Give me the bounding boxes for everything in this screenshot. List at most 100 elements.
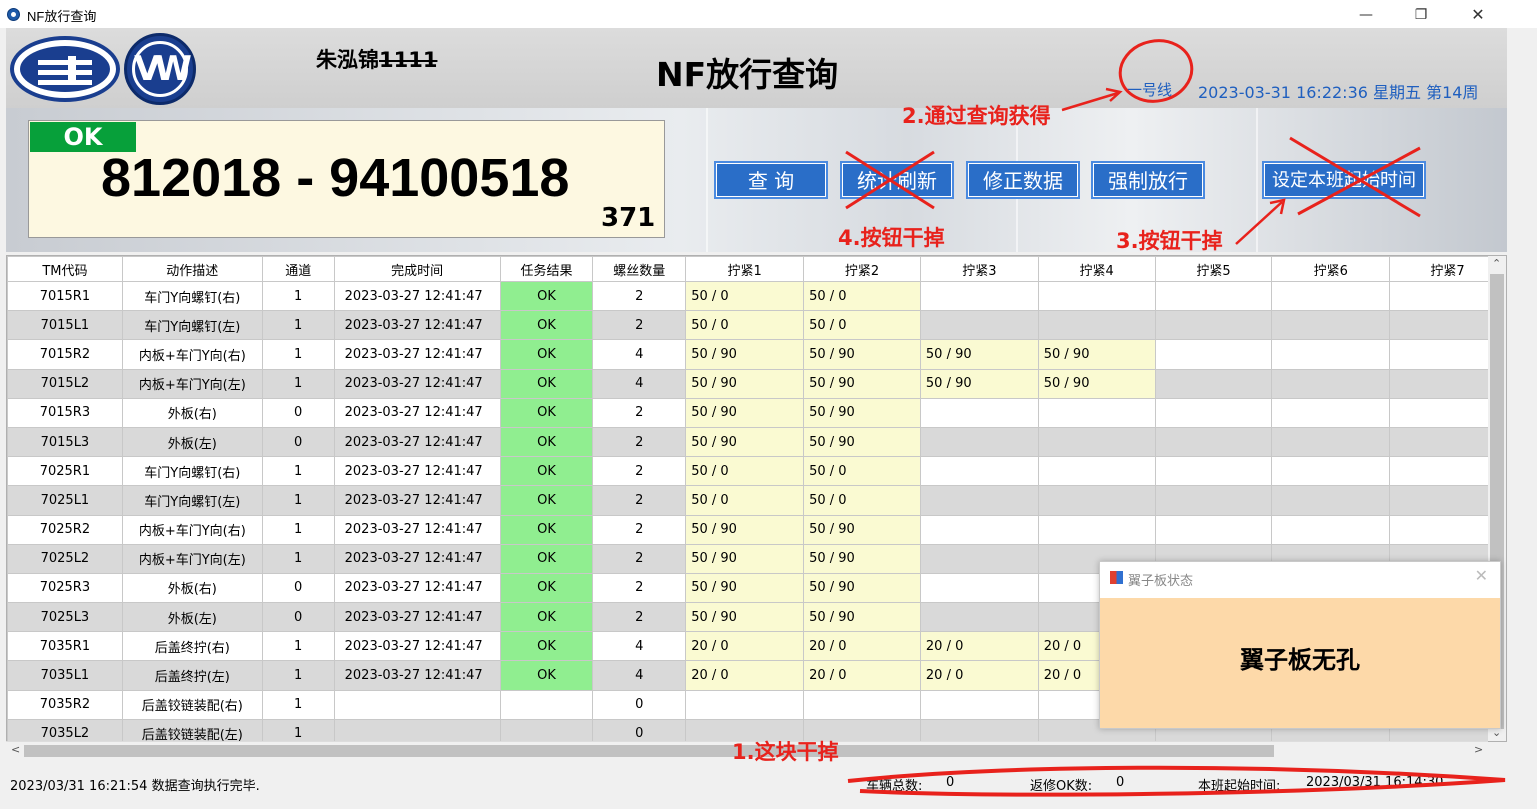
table-cell[interactable]: 50 / 90 [1037, 368, 1156, 399]
table-cell[interactable] [1271, 426, 1391, 458]
column-header[interactable]: 动作描述 [121, 256, 263, 282]
table-cell[interactable]: 车门Y向螺钉(左) [121, 310, 263, 341]
table-cell[interactable]: 2 [592, 543, 687, 574]
table-cell[interactable]: 7025L1 [7, 485, 123, 516]
table-row[interactable]: 7025R2 内板+车门Y向(右) 1 2023-03-27 12:41:47 OK 2 5… [7, 514, 1506, 545]
table-cell[interactable]: 7035L1 [7, 660, 123, 691]
table-cell[interactable] [685, 689, 805, 720]
table-cell[interactable]: 50 / 90 [919, 368, 1039, 399]
column-header[interactable]: 螺丝数量 [592, 256, 687, 282]
table-cell[interactable]: 50 / 0 [685, 280, 805, 312]
table-cell[interactable]: 2023-03-27 12:41:47 [333, 660, 501, 691]
table-cell[interactable]: OK [499, 426, 594, 458]
table-cell[interactable]: 2 [592, 456, 687, 487]
table-cell[interactable]: 50 / 90 [685, 514, 805, 545]
table-cell[interactable] [919, 689, 1039, 720]
table-cell[interactable]: 50 / 90 [803, 426, 921, 458]
table-cell[interactable]: 2023-03-27 12:41:47 [333, 602, 501, 633]
table-cell[interactable]: 7025R2 [7, 514, 123, 545]
table-cell[interactable] [1037, 280, 1156, 312]
table-cell[interactable]: 7015L2 [7, 368, 123, 399]
table-cell[interactable]: 外板(右) [121, 397, 263, 428]
table-cell[interactable] [1271, 310, 1391, 341]
table-cell[interactable] [919, 718, 1039, 741]
table-cell[interactable]: 50 / 90 [1037, 339, 1156, 370]
fender-status-popup[interactable]: 翼子板状态 ✕ 翼子板无孔 [1099, 561, 1501, 729]
table-cell[interactable]: 2023-03-27 12:41:47 [333, 514, 501, 545]
table-row[interactable]: 7025L1 车门Y向螺钉(左) 1 2023-03-27 12:41:47 OK 2 50… [7, 485, 1506, 516]
table-cell[interactable]: 0 [261, 572, 335, 604]
column-header[interactable]: 拧紧4 [1037, 256, 1156, 282]
column-header[interactable]: 拧紧3 [919, 256, 1039, 282]
table-cell[interactable]: 2023-03-27 12:41:47 [333, 280, 501, 312]
scroll-up-icon[interactable]: ⌃ [1492, 257, 1501, 270]
table-cell[interactable]: 20 / 0 [685, 631, 805, 662]
table-cell[interactable]: 2 [592, 485, 687, 516]
table-cell[interactable]: 4 [592, 631, 687, 662]
table-cell[interactable]: 4 [592, 368, 687, 399]
table-cell[interactable] [1271, 514, 1391, 545]
column-header[interactable]: 任务结果 [499, 256, 594, 282]
table-cell[interactable]: OK [499, 339, 594, 370]
table-cell[interactable]: 1 [261, 280, 335, 312]
table-cell[interactable]: 车门Y向螺钉(右) [121, 280, 263, 312]
table-cell[interactable] [1154, 426, 1273, 458]
table-cell[interactable] [1154, 397, 1273, 428]
table-cell[interactable]: 1 [261, 631, 335, 662]
table-cell[interactable] [1037, 485, 1156, 516]
popup-close-icon[interactable]: ✕ [1475, 566, 1488, 585]
table-cell[interactable]: 外板(左) [121, 602, 263, 633]
minimize-button[interactable]: — [1343, 2, 1389, 28]
table-cell[interactable]: 50 / 90 [685, 426, 805, 458]
table-cell[interactable] [333, 718, 501, 741]
table-cell[interactable]: 2 [592, 280, 687, 312]
column-header[interactable]: 拧紧2 [803, 256, 921, 282]
table-cell[interactable]: 20 / 0 [919, 660, 1039, 691]
table-cell[interactable]: 2023-03-27 12:41:47 [333, 456, 501, 487]
table-cell[interactable] [1154, 456, 1273, 487]
table-cell[interactable]: OK [499, 660, 594, 691]
column-header[interactable]: 通道 [261, 256, 335, 282]
table-cell[interactable]: 2023-03-27 12:41:47 [333, 339, 501, 370]
table-cell[interactable]: 50 / 0 [803, 456, 921, 487]
table-cell[interactable]: 1 [261, 718, 335, 741]
table-cell[interactable]: 2023-03-27 12:41:47 [333, 543, 501, 574]
close-button[interactable]: ✕ [1455, 2, 1501, 28]
table-cell[interactable]: 20 / 0 [803, 660, 921, 691]
table-cell[interactable]: 后盖铰链装配(右) [121, 689, 263, 720]
set-shift-time-button[interactable]: 设定本班起始时间 [1262, 161, 1426, 199]
table-cell[interactable]: 外板(左) [121, 426, 263, 458]
table-cell[interactable]: OK [499, 514, 594, 545]
table-cell[interactable]: 7015L1 [7, 310, 123, 341]
table-cell[interactable]: 7025R1 [7, 456, 123, 487]
table-cell[interactable]: 7015R1 [7, 280, 123, 312]
table-cell[interactable]: 50 / 90 [685, 368, 805, 399]
table-cell[interactable]: 0 [592, 689, 687, 720]
table-cell[interactable] [1154, 280, 1273, 312]
table-cell[interactable] [1154, 368, 1273, 399]
table-cell[interactable] [1271, 280, 1391, 312]
table-cell[interactable]: 7035R1 [7, 631, 123, 662]
table-cell[interactable]: 50 / 0 [685, 310, 805, 341]
table-cell[interactable]: 50 / 90 [919, 339, 1039, 370]
table-cell[interactable]: 1 [261, 543, 335, 574]
table-row[interactable]: 7015L2 内板+车门Y向(左) 1 2023-03-27 12:41:47 OK 4 5… [7, 368, 1506, 399]
force-release-button[interactable]: 强制放行 [1091, 161, 1205, 199]
table-cell[interactable]: 50 / 90 [803, 602, 921, 633]
table-cell[interactable]: 后盖铰链装配(左) [121, 718, 263, 741]
table-cell[interactable]: 50 / 0 [685, 485, 805, 516]
table-cell[interactable]: OK [499, 631, 594, 662]
table-cell[interactable]: 2023-03-27 12:41:47 [333, 310, 501, 341]
table-cell[interactable]: 7035L2 [7, 718, 123, 741]
table-cell[interactable] [499, 718, 594, 741]
table-cell[interactable] [803, 689, 921, 720]
table-cell[interactable]: 0 [261, 602, 335, 633]
table-cell[interactable]: 0 [592, 718, 687, 741]
horizontal-scroll-thumb[interactable] [24, 745, 1274, 757]
table-cell[interactable] [1271, 397, 1391, 428]
table-cell[interactable]: 50 / 0 [685, 456, 805, 487]
table-cell[interactable]: OK [499, 310, 594, 341]
table-cell[interactable]: 2 [592, 602, 687, 633]
table-cell[interactable]: 4 [592, 339, 687, 370]
table-cell[interactable]: 1 [261, 689, 335, 720]
